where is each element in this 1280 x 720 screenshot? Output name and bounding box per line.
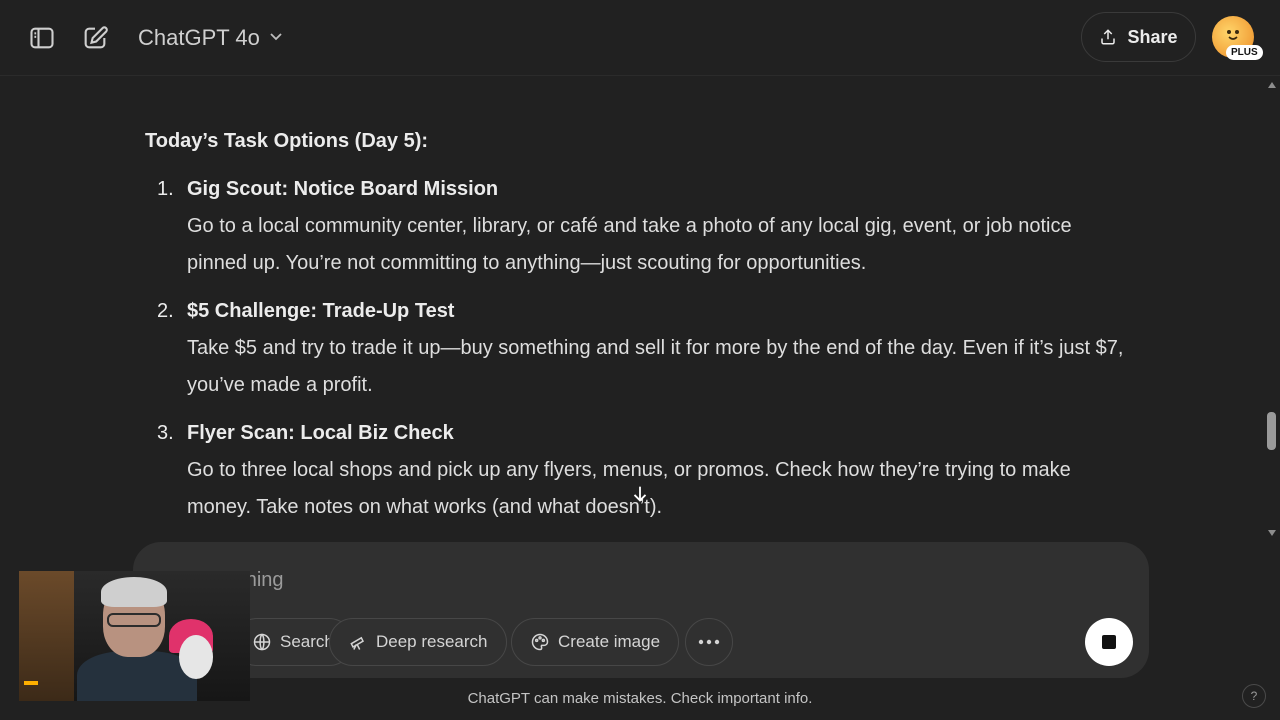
scroll-to-bottom-button[interactable] — [626, 480, 654, 508]
top-bar: ChatGPT 4o Share PLUS — [0, 0, 1280, 76]
assistant-message: Today’s Task Options (Day 5): 1. Gig Sco… — [145, 122, 1135, 536]
share-button[interactable]: Share — [1081, 12, 1196, 62]
webcam-glasses — [107, 613, 161, 627]
new-chat-button[interactable] — [79, 22, 111, 54]
list-item: 1. Gig Scout: Notice Board Mission Go to… — [145, 170, 1135, 282]
task-description: Take $5 and try to trade it up—buy somet… — [187, 337, 1124, 396]
stop-icon — [1102, 635, 1116, 649]
composer: Search Deep research Create image — [133, 542, 1149, 678]
webcam-skull-prop — [179, 635, 213, 679]
task-title: Flyer Scan: Local Biz Check — [187, 422, 454, 444]
sidebar-toggle-button[interactable] — [26, 22, 58, 54]
more-tools-button[interactable] — [685, 618, 733, 666]
deep-research-label: Deep research — [376, 632, 488, 651]
ellipsis-icon — [698, 639, 720, 645]
webcam-light — [24, 681, 38, 685]
list-item: 2. $5 Challenge: Trade-Up Test Take $5 a… — [145, 292, 1135, 404]
list-number: 3. — [157, 422, 174, 444]
sidebar-icon — [30, 27, 54, 49]
upload-icon — [1101, 29, 1116, 45]
deep-research-button[interactable]: Deep research — [329, 618, 507, 666]
task-description: Go to a local community center, library,… — [187, 215, 1072, 274]
share-label: Share — [1127, 26, 1178, 47]
plan-badge: PLUS — [1226, 45, 1263, 60]
webcam-overlay — [19, 571, 250, 701]
task-description: Go to three local shops and pick up any … — [187, 459, 1071, 518]
prompt-input[interactable] — [169, 564, 969, 596]
search-label: Search — [280, 632, 334, 651]
create-image-button[interactable]: Create image — [511, 618, 680, 666]
scroll-down-arrow-icon[interactable] — [1268, 530, 1276, 536]
webcam-person-hair — [101, 577, 167, 607]
list-number: 2. — [157, 300, 174, 322]
section-heading: Today’s Task Options (Day 5): — [145, 130, 429, 152]
palette-icon — [531, 633, 549, 651]
model-name: ChatGPT 4o — [138, 25, 260, 50]
list-number: 1. — [157, 178, 174, 200]
task-title: $5 Challenge: Trade-Up Test — [187, 300, 455, 322]
list-item: 3. Flyer Scan: Local Biz Check Go to thr… — [145, 414, 1135, 526]
scroll-thumb[interactable] — [1267, 412, 1276, 450]
avatar-face-icon — [1227, 30, 1239, 40]
create-image-label: Create image — [558, 632, 661, 651]
arrow-down-icon — [633, 486, 647, 502]
scrollbar[interactable] — [1264, 76, 1280, 546]
model-selector[interactable]: ChatGPT 4o — [128, 18, 294, 58]
help-button[interactable]: ? — [1242, 684, 1266, 708]
stop-generating-button[interactable] — [1085, 618, 1133, 666]
task-title: Gig Scout: Notice Board Mission — [187, 178, 499, 200]
edit-icon — [84, 26, 108, 49]
chevron-down-icon — [268, 28, 284, 49]
telescope-icon — [350, 636, 364, 650]
globe-icon — [253, 633, 271, 651]
scroll-up-arrow-icon[interactable] — [1268, 82, 1276, 88]
task-list: 1. Gig Scout: Notice Board Mission Go to… — [145, 170, 1135, 526]
